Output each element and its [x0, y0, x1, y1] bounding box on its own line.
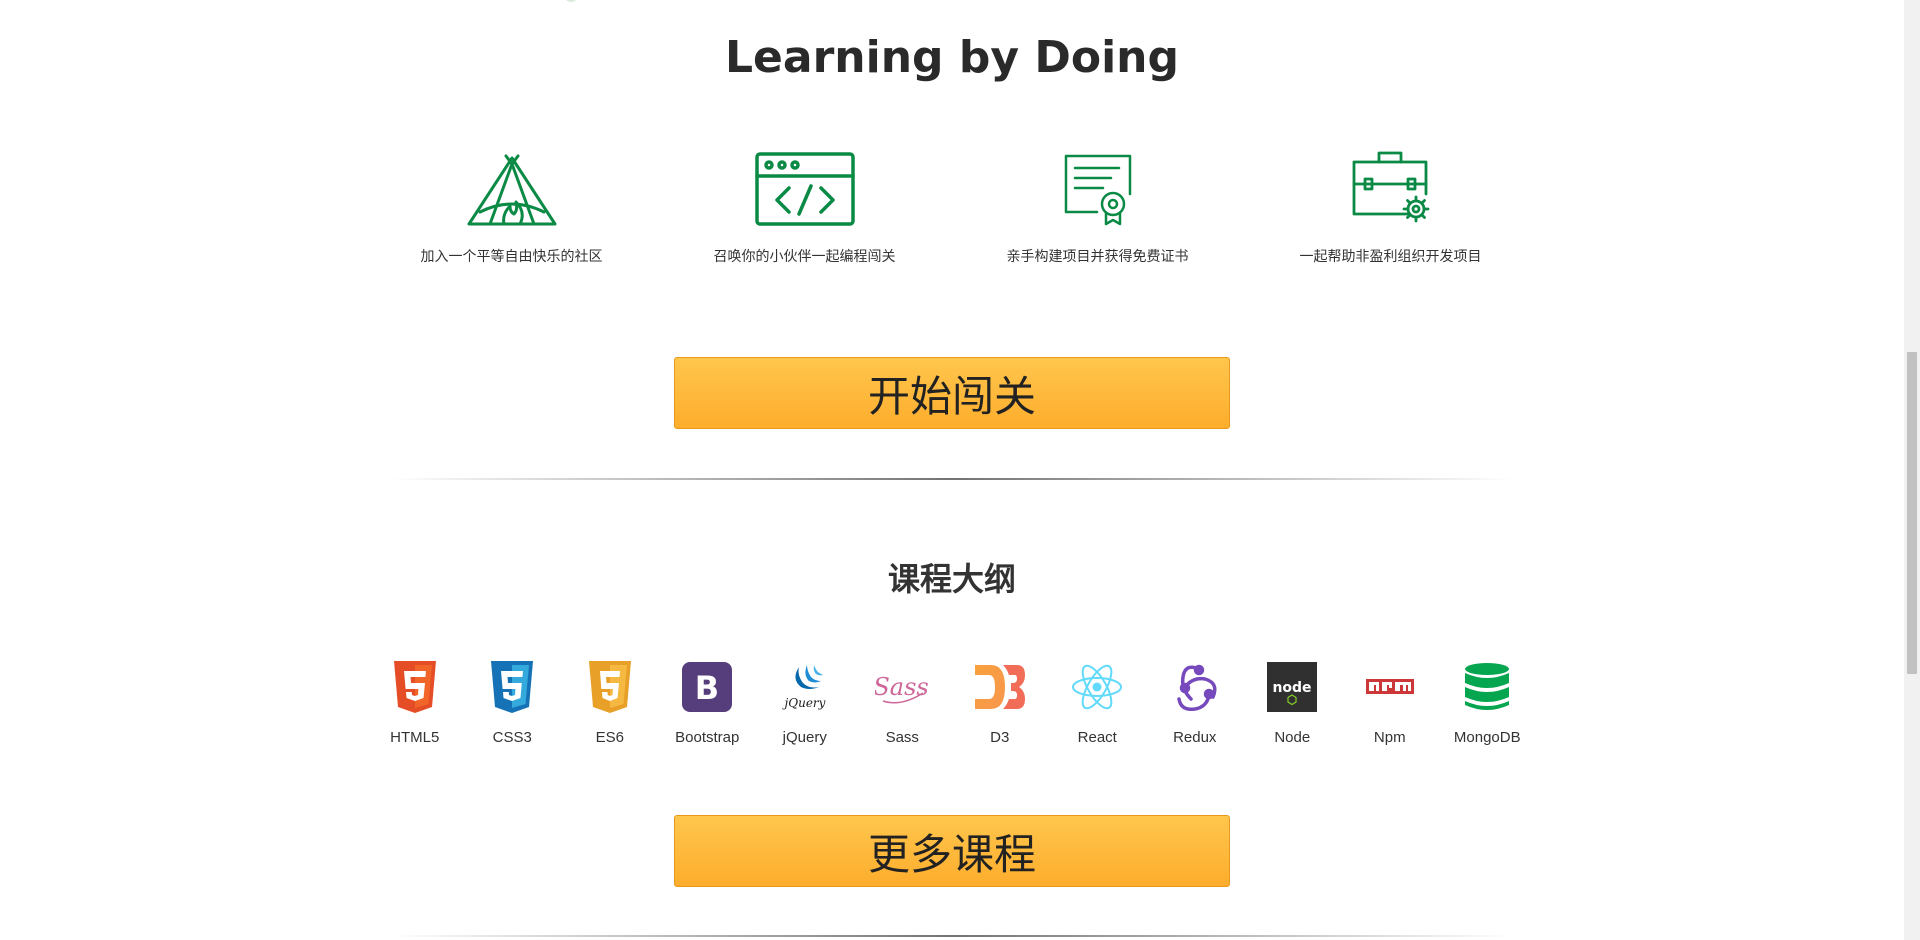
svg-text:node: node — [1273, 680, 1312, 696]
tech-name: React — [1077, 729, 1117, 746]
tech-name: Redux — [1173, 729, 1217, 746]
css3-logo-icon — [491, 661, 534, 713]
tech-name: jQuery — [782, 729, 827, 746]
tech-item-sass[interactable]: Sass Sass — [854, 660, 952, 746]
bootstrap-logo-icon: B — [682, 662, 733, 712]
feature-label: 加入一个平等自由快乐的社区 — [420, 249, 603, 265]
tech-item-d3[interactable]: D3 — [951, 660, 1049, 746]
more-courses-button[interactable]: 更多课程 — [674, 815, 1230, 887]
tent-campfire-icon — [467, 154, 556, 226]
es6-logo-icon — [588, 661, 631, 713]
npm-logo-icon — [1365, 679, 1414, 694]
start-challenge-button[interactable]: 开始闯关 — [674, 357, 1230, 429]
vertical-scrollbar[interactable] — [1904, 0, 1920, 940]
feature-label: 召唤你的小伙伴一起编程闯关 — [713, 249, 896, 265]
certificate-icon — [1064, 154, 1131, 226]
tech-list: HTML5 CSS3 ES6 B Bootstrap jQuery jQuery… — [366, 660, 1536, 746]
redux-logo-icon — [1177, 664, 1217, 712]
feature-label: 亲手构建项目并获得免费证书 — [1006, 249, 1189, 265]
feature-item: 加入一个平等自由快乐的社区 — [365, 148, 658, 266]
svg-text:Sass: Sass — [875, 673, 929, 701]
section-divider — [390, 478, 1514, 480]
react-logo-icon — [1072, 664, 1123, 710]
scrollbar-thumb[interactable] — [1907, 352, 1917, 674]
html5-logo-icon — [393, 661, 436, 713]
tech-name: Sass — [885, 729, 919, 746]
feature-item: 一起帮助非盈利组织开发项目 — [1244, 148, 1537, 266]
tech-name: Npm — [1373, 729, 1406, 746]
tech-item-html5[interactable]: HTML5 — [366, 660, 464, 746]
sass-logo-icon: Sass — [875, 673, 929, 704]
d3-logo-icon — [974, 665, 1025, 709]
tech-name: CSS3 — [492, 729, 532, 746]
hero-title: Learning by Doing — [725, 32, 1179, 83]
leaf-decoration — [566, 0, 577, 2]
node-logo-icon: node — [1267, 662, 1318, 712]
tech-item-redux[interactable]: Redux — [1146, 660, 1244, 746]
page: Learning by Doing 加入一个平等自由快乐的社区 召唤你的小伙伴一… — [0, 0, 1904, 940]
syllabus-title: 课程大纲 — [887, 560, 1016, 598]
tech-name: MongoDB — [1453, 729, 1521, 746]
section-divider — [390, 935, 1514, 937]
tech-item-es6[interactable]: ES6 — [561, 660, 659, 746]
tech-name: HTML5 — [390, 729, 440, 746]
jquery-logo-icon: jQuery — [781, 665, 825, 710]
tech-item-jquery[interactable]: jQuery jQuery — [756, 660, 854, 746]
tech-name: Node — [1274, 729, 1311, 746]
mongodb-logo-icon — [1465, 663, 1510, 710]
tech-item-css3[interactable]: CSS3 — [464, 660, 562, 746]
feature-list: 加入一个平等自由快乐的社区 召唤你的小伙伴一起编程闯关 亲手构建项目并获得免费证… — [365, 148, 1537, 266]
tech-item-node[interactable]: node Node — [1244, 660, 1342, 746]
tech-name: Bootstrap — [675, 729, 740, 746]
svg-text:B: B — [695, 669, 719, 707]
tech-item-react[interactable]: React — [1049, 660, 1147, 746]
tech-item-bootstrap[interactable]: B Bootstrap — [659, 660, 757, 746]
feature-item: 亲手构建项目并获得免费证书 — [951, 148, 1244, 266]
svg-text:jQuery: jQuery — [781, 696, 825, 710]
tech-item-mongodb[interactable]: MongoDB — [1439, 660, 1537, 746]
code-window-icon — [754, 152, 855, 226]
tech-item-npm[interactable]: Npm — [1341, 660, 1439, 746]
tech-name: ES6 — [595, 729, 624, 746]
briefcase-gear-icon — [1352, 151, 1429, 223]
tech-name: D3 — [990, 729, 1010, 746]
feature-label: 一起帮助非盈利组织开发项目 — [1299, 249, 1482, 265]
feature-item: 召唤你的小伙伴一起编程闯关 — [658, 148, 951, 266]
